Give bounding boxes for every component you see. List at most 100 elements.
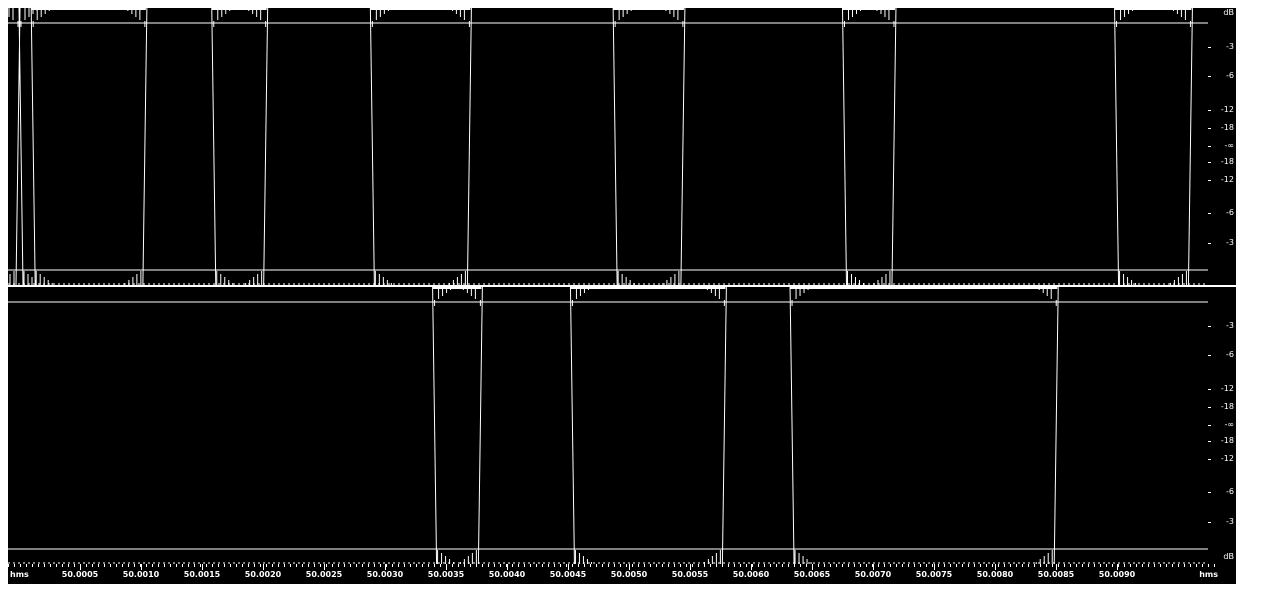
time-minor-tick [758,564,759,567]
time-minor-tick [20,564,21,567]
time-ruler[interactable]: hms 50.0005 50.0010 50.0015 50.0020 50.0025 5… [8,564,1236,584]
time-minor-tick [620,564,621,567]
time-minor-tick [68,564,69,567]
time-minor-tick [476,564,477,567]
time-minor-tick [584,564,585,567]
time-minor-tick [1046,564,1047,567]
time-minor-tick [44,564,45,567]
time-minor-tick [1082,564,1083,567]
db-tick [1208,110,1211,111]
time-minor-tick [296,564,297,567]
time-minor-tick [434,564,435,567]
time-minor-tick [440,564,441,567]
db-label: -3 [1226,517,1234,526]
time-minor-tick [458,564,459,567]
waveform-1 [8,8,1208,285]
time-minor-tick [740,564,741,567]
time-minor-tick [1208,564,1209,567]
db-tick [1208,522,1211,523]
time-tick-label: 50.0050 [610,570,648,579]
time-tick-label: 50.0085 [1037,570,1075,579]
time-minor-tick [632,564,633,567]
time-minor-tick [50,564,51,567]
waveform-edge [891,8,897,285]
waveform-edge [1114,8,1120,285]
time-minor-tick [272,564,273,567]
time-tick-label: 50.0025 [305,570,343,579]
time-minor-tick [680,564,681,567]
time-minor-tick [452,564,453,567]
waveform-edge [789,287,795,564]
time-minor-tick [512,564,513,567]
time-minor-tick [950,564,951,567]
time-minor-tick [302,564,303,567]
waveform-edge [15,8,21,285]
db-tick [1208,213,1211,214]
time-minor-tick [260,564,261,567]
time-minor-tick [284,564,285,567]
time-tick-label: 50.0015 [183,570,221,579]
db-tick [1208,459,1211,460]
time-minor-tick [494,564,495,567]
db-tick [1208,146,1211,147]
time-minor-tick [524,564,525,567]
time-minor-tick [644,564,645,567]
time-minor-tick [1100,564,1101,567]
time-minor-tick [254,564,255,567]
time-minor-tick [962,564,963,567]
time-minor-tick [134,564,135,567]
time-minor-tick [146,564,147,567]
time-minor-tick [824,564,825,567]
db-label: -18 [1220,436,1234,445]
time-minor-tick [596,564,597,567]
time-minor-tick [560,564,561,567]
time-minor-tick [218,564,219,567]
time-minor-tick [56,564,57,567]
db-label: -6 [1226,487,1234,496]
db-label: -12 [1220,105,1234,114]
db-tick [1208,243,1211,244]
db-label: -3 [1226,238,1234,247]
time-minor-tick [152,564,153,567]
db-label: -18 [1220,157,1234,166]
time-minor-tick [332,564,333,567]
db-label: -6 [1226,208,1234,217]
time-minor-tick [770,564,771,567]
db-label: -12 [1220,175,1234,184]
time-minor-tick [164,564,165,567]
time-minor-tick [1154,564,1155,567]
time-minor-tick [536,564,537,567]
time-minor-tick [818,564,819,567]
time-minor-tick [1028,564,1029,567]
time-minor-tick [92,564,93,567]
time-minor-tick [1166,564,1167,567]
time-minor-tick [320,564,321,567]
time-minor-tick [242,564,243,567]
time-minor-tick [392,564,393,567]
time-minor-tick [920,564,921,567]
time-minor-tick [782,564,783,567]
waveform-track-1[interactable] [8,8,1208,285]
time-minor-tick [224,564,225,567]
time-minor-tick [554,564,555,567]
time-minor-tick [416,564,417,567]
time-minor-tick [704,564,705,567]
time-minor-tick [116,564,117,567]
time-minor-tick [854,564,855,567]
time-minor-tick [1022,564,1023,567]
waveform-track-2[interactable] [8,287,1208,564]
time-minor-tick [278,564,279,567]
time-minor-tick [914,564,915,567]
time-minor-tick [1160,564,1161,567]
time-minor-tick [728,564,729,567]
right-margin [1236,8,1264,584]
time-minor-tick [62,564,63,567]
db-tick [1208,180,1211,181]
time-minor-tick [308,564,309,567]
time-tick-label: 50.0060 [732,570,770,579]
time-minor-tick [734,564,735,567]
db-tick [1208,441,1211,442]
time-minor-tick [1172,564,1173,567]
time-minor-tick [878,564,879,567]
time-minor-tick [8,564,9,567]
